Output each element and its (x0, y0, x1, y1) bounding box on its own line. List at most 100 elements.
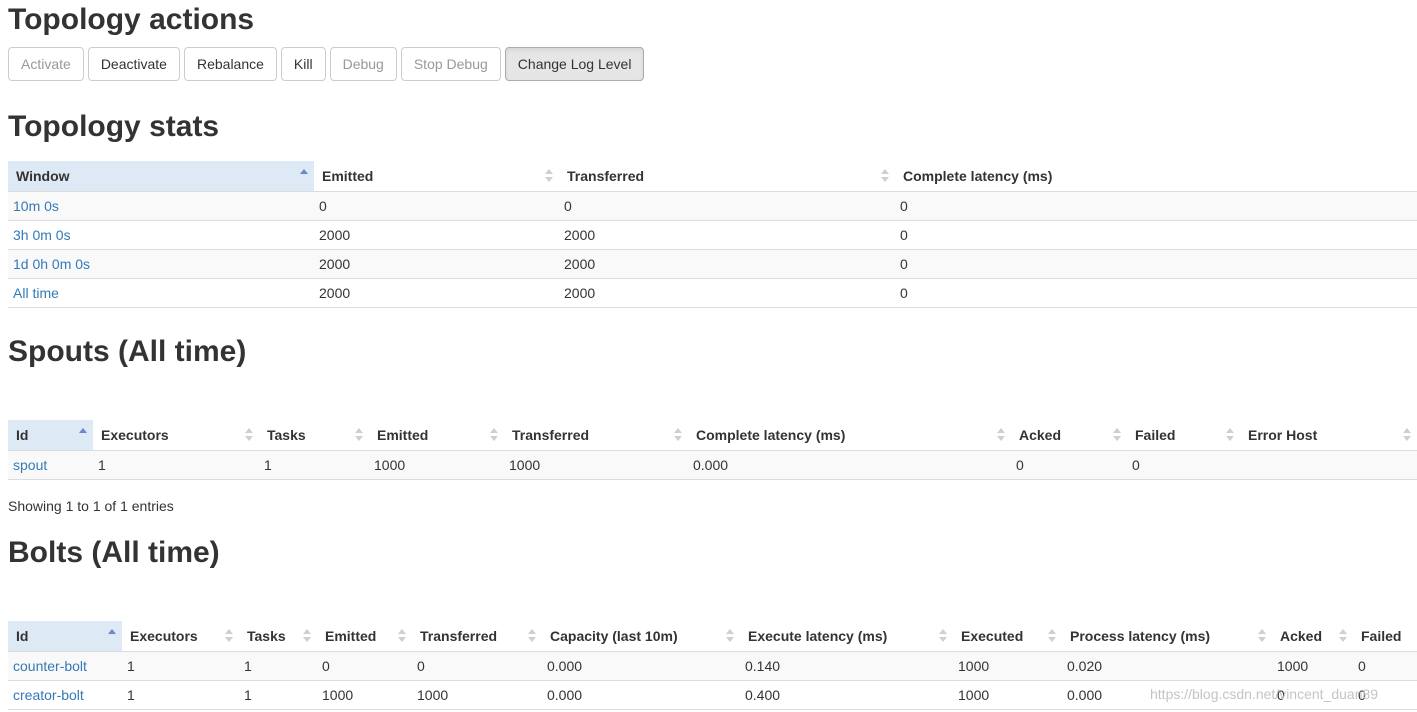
sort-icon (1048, 629, 1056, 643)
change-log-level-button[interactable]: Change Log Level (504, 47, 645, 81)
spouts-col-error-host[interactable]: Error Host (1240, 420, 1417, 451)
table-cell: 1000 (369, 450, 504, 480)
sort-icon (528, 629, 536, 643)
topology-actions-buttons: Activate Deactivate Rebalance Kill Debug… (8, 47, 645, 81)
activate-button[interactable]: Activate (8, 47, 84, 81)
spouts-col-emitted[interactable]: Emitted (369, 420, 504, 451)
watermark-text: https://blog.csdn.net/vincent_duan89 (1150, 686, 1379, 702)
table-cell: 0.140 (740, 651, 953, 681)
bolts-col-executed[interactable]: Executed (953, 621, 1062, 652)
table-cell: 0 (1011, 450, 1127, 480)
table-cell (1240, 450, 1417, 480)
bolts-col-acked[interactable]: Acked (1272, 621, 1353, 652)
sort-icon (245, 428, 253, 442)
bolts-col-capacity[interactable]: Capacity (last 10m) (542, 621, 740, 652)
table-cell: 0 (1127, 450, 1240, 480)
table-cell: 0 (895, 191, 1417, 221)
spouts-col-acked[interactable]: Acked (1011, 420, 1127, 451)
bolts-heading: Bolts (All time) (8, 536, 220, 569)
sort-icon (674, 428, 682, 442)
table-cell: 1 (239, 651, 317, 681)
table-cell: 0 (314, 191, 559, 221)
table-cell: 1000 (317, 680, 412, 710)
table-cell: 0.000 (542, 651, 740, 681)
bolts-col-tasks[interactable]: Tasks (239, 621, 317, 652)
spouts-header-row: Id Executors Tasks Emitted Transferred C… (8, 420, 1417, 451)
bolts-col-execute-latency[interactable]: Execute latency (ms) (740, 621, 953, 652)
table-cell: 2000 (314, 249, 559, 279)
spouts-table-info: Showing 1 to 1 of 1 entries (8, 498, 174, 514)
table-cell: 1 (122, 651, 239, 681)
window-link[interactable]: 3h 0m 0s (13, 227, 71, 243)
table-cell: 1000 (1272, 651, 1353, 681)
bolt-link[interactable]: counter-bolt (13, 658, 87, 674)
table-row: 10m 0s 0 0 0 (8, 191, 1417, 221)
topology-stats-heading: Topology stats (8, 110, 220, 143)
table-row: counter-bolt 1 1 0 0 0.000 0.140 1000 0.… (8, 651, 1417, 681)
table-cell: 1000 (412, 680, 542, 710)
bolts-col-executors[interactable]: Executors (122, 621, 239, 652)
sort-icon (1258, 629, 1266, 643)
spouts-col-transferred[interactable]: Transferred (504, 420, 688, 451)
table-cell: 0 (895, 220, 1417, 250)
stats-col-window[interactable]: Window (8, 161, 314, 192)
rebalance-button[interactable]: Rebalance (183, 47, 277, 81)
sort-icon (997, 428, 1005, 442)
table-cell: 2000 (314, 278, 559, 308)
table-row: 1d 0h 0m 0s 2000 2000 0 (8, 249, 1417, 279)
spouts-col-failed[interactable]: Failed (1127, 420, 1240, 451)
table-row: All time 2000 2000 0 (8, 278, 1417, 308)
spouts-col-executors[interactable]: Executors (93, 420, 259, 451)
table-cell: 0.000 (542, 680, 740, 710)
table-cell: 0.020 (1062, 651, 1272, 681)
window-link[interactable]: All time (13, 285, 59, 301)
sort-icon (545, 169, 553, 183)
sort-icon (881, 169, 889, 183)
spouts-col-tasks[interactable]: Tasks (259, 420, 369, 451)
sort-icon (1113, 428, 1121, 442)
sort-asc-icon (300, 169, 308, 183)
stop-debug-button[interactable]: Stop Debug (400, 47, 501, 81)
table-cell: 1 (239, 680, 317, 710)
stats-col-emitted[interactable]: Emitted (314, 161, 559, 192)
sort-icon (1226, 428, 1234, 442)
table-cell: 0 (895, 278, 1417, 308)
table-cell: 2000 (559, 220, 895, 250)
stats-col-transferred[interactable]: Transferred (559, 161, 895, 192)
bolts-col-emitted[interactable]: Emitted (317, 621, 412, 652)
sort-icon (355, 428, 363, 442)
stats-window-cell: All time (8, 278, 314, 308)
topology-actions-heading: Topology actions (8, 3, 255, 36)
sort-asc-icon (79, 428, 87, 442)
bolts-col-transferred[interactable]: Transferred (412, 621, 542, 652)
stats-window-cell: 10m 0s (8, 191, 314, 221)
deactivate-button[interactable]: Deactivate (87, 47, 180, 81)
spouts-table: Id Executors Tasks Emitted Transferred C… (8, 420, 1417, 480)
bolts-col-process-latency[interactable]: Process latency (ms) (1062, 621, 1272, 652)
sort-icon (726, 629, 734, 643)
stats-col-complete-latency[interactable]: Complete latency (ms) (895, 161, 1417, 192)
bolts-col-id[interactable]: Id (8, 621, 122, 652)
table-row: 3h 0m 0s 2000 2000 0 (8, 220, 1417, 250)
bolt-id-cell: creator-bolt (8, 680, 122, 710)
spouts-heading: Spouts (All time) (8, 335, 247, 368)
spout-link[interactable]: spout (13, 457, 47, 473)
table-cell: 1 (122, 680, 239, 710)
table-cell: 2000 (314, 220, 559, 250)
table-cell: 1000 (953, 680, 1062, 710)
table-cell: 0 (559, 191, 895, 221)
table-cell: 1000 (953, 651, 1062, 681)
spouts-col-id[interactable]: Id (8, 420, 93, 451)
bolts-col-failed[interactable]: Failed (1353, 621, 1417, 652)
window-link[interactable]: 1d 0h 0m 0s (13, 256, 90, 272)
spouts-col-complete-latency[interactable]: Complete latency (ms) (688, 420, 1011, 451)
bolt-id-cell: counter-bolt (8, 651, 122, 681)
stats-window-cell: 1d 0h 0m 0s (8, 249, 314, 279)
stats-window-cell: 3h 0m 0s (8, 220, 314, 250)
window-link[interactable]: 10m 0s (13, 198, 59, 214)
table-cell: 2000 (559, 278, 895, 308)
debug-button[interactable]: Debug (329, 47, 397, 81)
table-cell: 0 (412, 651, 542, 681)
kill-button[interactable]: Kill (280, 47, 326, 81)
bolt-link[interactable]: creator-bolt (13, 687, 84, 703)
